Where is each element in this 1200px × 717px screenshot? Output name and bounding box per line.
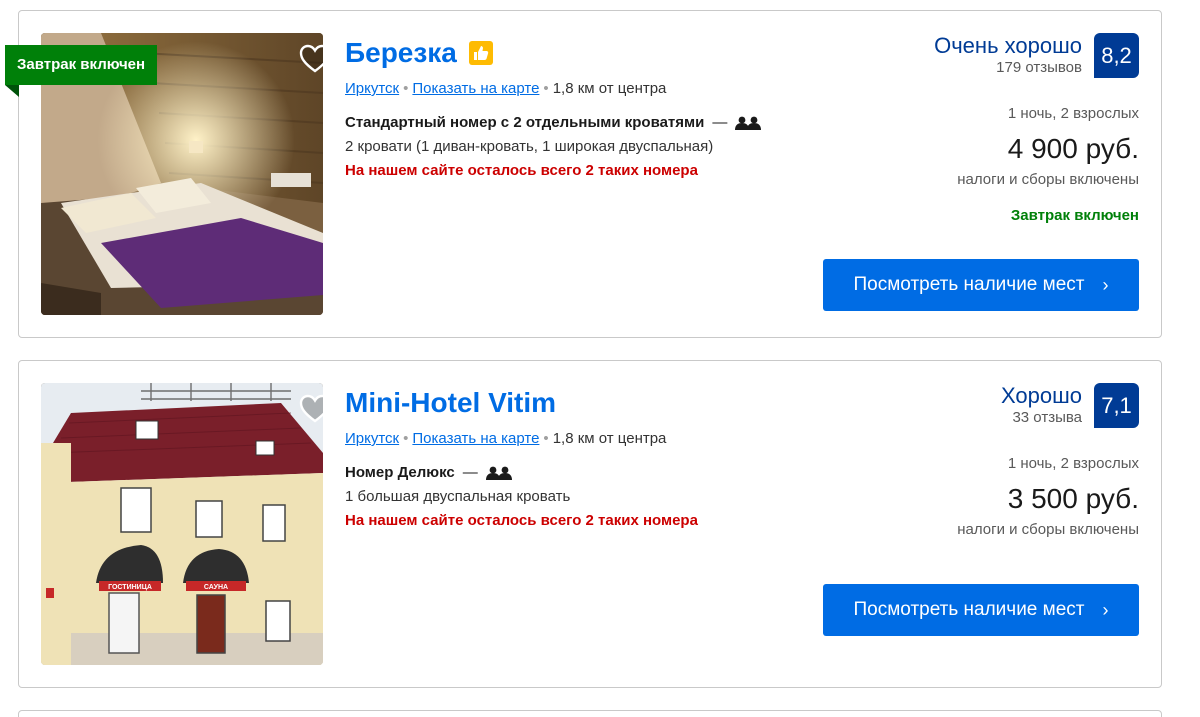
hotel-photo[interactable]: ГОСТИНИЦА САУНА [41,383,323,665]
room-title-text: Стандартный номер с 2 отдельными кроватя… [345,114,705,131]
see-availability-label: Посмотреть наличие мест [853,274,1085,295]
dash: — [712,114,728,131]
review-count: 33 отзыва [1012,409,1082,426]
location-line: Иркутск • Показать на карте • 1,8 км от цент… [345,77,815,101]
review-text: Хорошо 33 отзыва [1001,383,1082,427]
score-badge: 7,1 [1094,383,1139,428]
city-link[interactable]: Иркутск [345,80,399,97]
room-description: 1 большая двуспальная кровать [345,488,571,505]
distance-text: 1,8 км от центра [552,430,667,447]
badge-fold [5,85,19,97]
show-on-map-link[interactable]: Показать на карте [412,80,539,97]
dash: — [462,464,478,481]
separator-dot: • [543,430,549,447]
review-word: Очень хорошо [934,33,1082,58]
hotel-name-link[interactable]: Mini-Hotel Vitim [345,383,556,423]
taxes-note: налоги и сборы включены [957,171,1139,188]
review-count: 179 отзывов [996,59,1082,76]
location-line: Иркутск • Показать на карте • 1,8 км от цент… [345,427,815,451]
hotel-name[interactable]: Березка [345,33,457,73]
room-description: 2 кровати (1 диван-кровать, 1 широкая дв… [345,138,714,155]
scarcity-message: На нашем сайте осталось всего 2 таких но… [345,162,698,179]
review-score[interactable]: Очень хорошо 179 отзывов 8,2 [819,33,1139,78]
sauna-sign-text: САУНА [204,584,228,591]
two-persons-icon [485,466,512,480]
taxes-note: налоги и сборы включены [957,521,1139,538]
hotel-info: Mini-Hotel Vitim Иркутск • Показать на кар… [345,383,815,533]
see-availability-button[interactable]: Посмотреть наличие мест › [823,259,1139,311]
city-link[interactable]: Иркутск [345,430,399,447]
score-badge: 8,2 [1094,33,1139,78]
room-title: Стандартный номер с 2 отдельными кроватя… [345,111,762,135]
hotel-name-link[interactable]: Березка [345,33,493,73]
heart-icon [299,394,323,423]
separator-dot: • [403,430,409,447]
two-persons-icon [735,116,762,130]
breakfast-included: Завтрак включен [1010,207,1139,224]
hotel-sign-text: ГОСТИНИЦА [108,584,152,591]
chevron-right-icon: › [1102,274,1109,295]
price-block: Хорошо 33 отзыва 7,1 1 ночь, 2 взрослых … [819,383,1139,540]
separator-dot: • [543,80,549,97]
thumbs-up-icon [468,41,493,65]
review-text: Очень хорошо 179 отзывов [934,33,1082,77]
separator-dot: • [403,80,409,97]
stay-info: 1 ночь, 2 взрослых [1007,455,1139,472]
distance-text: 1,8 км от центра [552,80,667,97]
building-photo: ГОСТИНИЦА САУНА [41,383,323,665]
hotel-name[interactable]: Mini-Hotel Vitim [345,383,556,423]
favorite-button[interactable] [297,43,323,75]
heart-icon [299,44,323,73]
price-block: Очень хорошо 179 отзывов 8,2 1 ночь, 2 в… [819,33,1139,226]
room-info: Стандартный номер с 2 отдельными кроватя… [345,111,815,183]
favorite-button[interactable] [297,393,323,425]
review-score[interactable]: Хорошо 33 отзыва 7,1 [819,383,1139,428]
scarcity-message: На нашем сайте осталось всего 2 таких но… [345,512,698,529]
room-title: Номер Делюкс — [345,461,512,485]
chevron-right-icon: › [1102,599,1109,620]
hotel-info: Березка Иркутск • Показать на карте • 1,8 км… [345,33,815,183]
breakfast-badge: Завтрак включен [5,45,158,85]
see-availability-button[interactable]: Посмотреть наличие мест › [823,584,1139,636]
room-title-text: Номер Делюкс [345,464,455,481]
price: 4 900 руб. [1007,133,1139,164]
stay-info: 1 ночь, 2 взрослых [1007,105,1139,122]
review-word: Хорошо [1000,383,1082,408]
see-availability-label: Посмотреть наличие мест [853,599,1085,620]
hotel-card: Завтрак включен Березка Иркутск • Показать… [5,10,1162,338]
room-info: Номер Делюкс — 1 большая двуспальная кро… [345,461,815,533]
hotel-card: ГОСТИНИЦА САУНА Mini-Hotel Vitim Иркутск… [18,360,1162,688]
hotel-card-partial [18,710,1162,717]
show-on-map-link[interactable]: Показать на карте [412,430,539,447]
price: 3 500 руб. [1007,483,1139,514]
